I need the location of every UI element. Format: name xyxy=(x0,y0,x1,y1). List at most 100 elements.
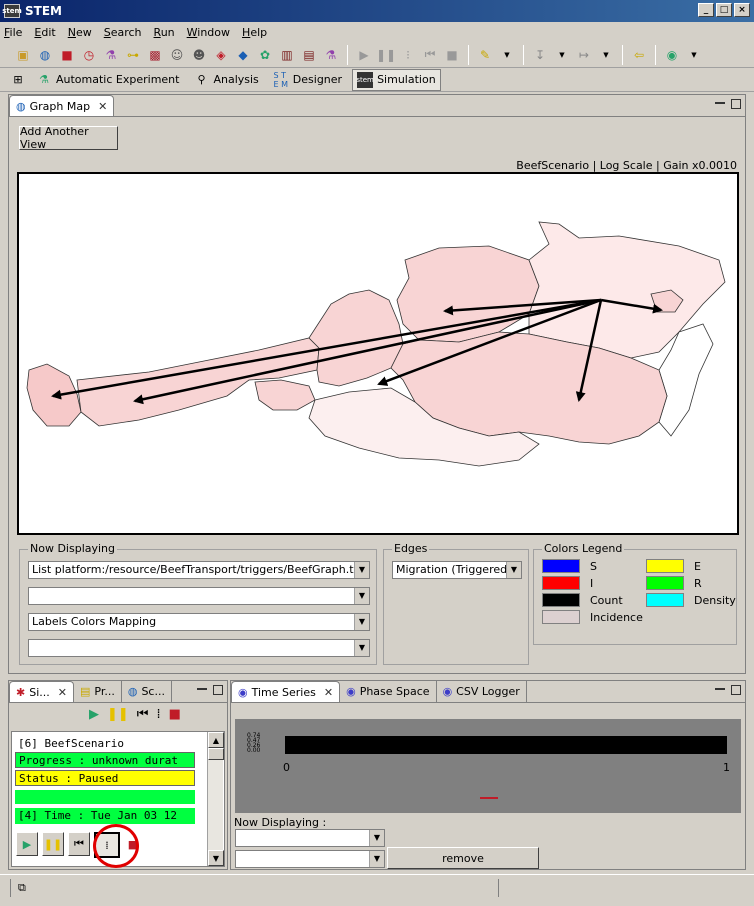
plant-icon[interactable]: ✿ xyxy=(256,46,274,64)
stop-icon[interactable]: ■ xyxy=(443,46,461,64)
orbit-icon: ◉ xyxy=(346,685,356,698)
close-icon[interactable]: ✕ xyxy=(98,100,107,113)
experiment-icon[interactable]: ▩ xyxy=(146,46,164,64)
stem-designer-icon: S TE M xyxy=(273,70,289,89)
menu-search[interactable]: Search xyxy=(104,26,142,39)
trigger-icon[interactable]: ▥ xyxy=(278,46,296,64)
sim-scrollbar[interactable]: ▲ ▼ xyxy=(207,732,224,866)
globe-icon[interactable]: ◍ xyxy=(36,46,54,64)
reset-button[interactable]: ⏮ xyxy=(68,832,90,856)
tab-phase-space[interactable]: ◉ Phase Space xyxy=(340,681,437,702)
close-button[interactable]: × xyxy=(734,3,750,17)
maximize-view-icon[interactable] xyxy=(731,99,741,109)
tab-projects[interactable]: ▤ Pr... xyxy=(74,681,122,702)
pause-icon[interactable]: ❚❚ xyxy=(376,46,396,64)
time-series-chart[interactable]: 0.74 0.47 0.26 0.00 0 1 xyxy=(235,719,741,813)
pause-button[interactable]: ❚❚ xyxy=(42,832,64,856)
time-series-combo-1[interactable]: ▼ xyxy=(235,829,385,847)
chevron-down-icon[interactable]: ▼ xyxy=(597,46,615,64)
play-icon[interactable]: ▶ xyxy=(355,46,373,64)
back-arrow-icon[interactable]: ⇦ xyxy=(630,46,648,64)
minimize-view-icon[interactable] xyxy=(715,102,725,105)
tab-graph-map[interactable]: ◍ Graph Map ✕ xyxy=(9,95,115,116)
play-icon[interactable]: ▶ xyxy=(89,707,99,722)
perspective-automatic-experiment[interactable]: ⚗ Automatic Experiment xyxy=(32,70,183,90)
minimize-view-icon[interactable] xyxy=(715,688,725,691)
perspective-analysis[interactable]: ⚲ Analysis xyxy=(189,70,262,90)
play-button[interactable]: ▶ xyxy=(16,832,38,856)
predicate-icon[interactable]: ◈ xyxy=(212,46,230,64)
simulation-view: ✱ Si... ✕ ▤ Pr... ◍ Sc... ▶ ❚❚ ⏮ ⁞ ■ [6]… xyxy=(8,680,228,870)
stop-icon[interactable]: ■ xyxy=(169,707,181,722)
clock-icon[interactable]: ◷ xyxy=(80,46,98,64)
display-combo-2[interactable]: ▼ xyxy=(28,587,370,605)
tab-csv-logger[interactable]: ◉ CSV Logger xyxy=(437,681,527,702)
maximize-button[interactable]: □ xyxy=(716,3,732,17)
chevron-down-icon[interactable]: ▼ xyxy=(685,46,703,64)
remove-button[interactable]: remove xyxy=(387,847,539,869)
close-icon[interactable]: ✕ xyxy=(324,686,333,699)
display-combo-4[interactable]: ▼ xyxy=(28,639,370,657)
close-icon[interactable]: ✕ xyxy=(58,686,67,699)
chevron-down-icon[interactable]: ▼ xyxy=(369,830,384,846)
fast-view-icon[interactable]: ⧉ xyxy=(18,881,26,895)
perspective-simulation[interactable]: stem Simulation xyxy=(352,68,441,91)
tab-scenarios[interactable]: ◍ Sc... xyxy=(122,681,172,702)
menu-edit[interactable]: Edit xyxy=(34,26,55,39)
menu-new[interactable]: New xyxy=(68,26,92,39)
open-folder-icon[interactable]: ▣ xyxy=(14,46,32,64)
navigate-next-icon[interactable]: ↦ xyxy=(575,46,593,64)
menu-window[interactable]: Window xyxy=(187,26,230,39)
trigger-combo[interactable]: List platform:/resource/BeefTransport/tr… xyxy=(28,561,370,579)
disease-icon[interactable]: ⚗ xyxy=(102,46,120,64)
run-external-icon[interactable]: ◉ xyxy=(663,46,681,64)
main-toolbar: ▣ ◍ ■ ◷ ⚗ ⊶ ▩ ☺ ☻ ◈ ◆ ✿ ▥ ▤ ⚗ ▶ ❚❚ ⁝ ⏮ ■… xyxy=(0,42,754,68)
chevron-down-icon[interactable]: ▼ xyxy=(553,46,571,64)
menu-file[interactable]: File xyxy=(4,26,22,39)
chevron-down-icon[interactable]: ▼ xyxy=(354,588,369,604)
graph-icon[interactable]: ⊶ xyxy=(124,46,142,64)
modifier-icon[interactable]: ◆ xyxy=(234,46,252,64)
scenario-icon[interactable]: ⚗ xyxy=(322,46,340,64)
minimize-view-icon[interactable] xyxy=(197,688,207,691)
minimize-button[interactable]: _ xyxy=(698,3,714,17)
scroll-thumb[interactable] xyxy=(208,748,224,760)
legend-swatch-incidence xyxy=(542,610,580,624)
navigate-icon[interactable]: ↧ xyxy=(531,46,549,64)
reset-icon[interactable]: ⏮ xyxy=(137,707,149,722)
chevron-down-icon[interactable]: ▼ xyxy=(369,851,384,867)
tab-simulations[interactable]: ✱ Si... ✕ xyxy=(9,681,74,702)
trigger-alt-icon[interactable]: ▤ xyxy=(300,46,318,64)
step-icon[interactable]: ⁞ xyxy=(157,707,161,722)
tab-time-series[interactable]: ◉ Time Series ✕ xyxy=(231,681,341,702)
model-icon[interactable]: ■ xyxy=(58,46,76,64)
now-displaying-label: Now Displaying : xyxy=(234,816,327,829)
scroll-up-icon[interactable]: ▲ xyxy=(208,732,224,748)
menu-help[interactable]: Help xyxy=(242,26,267,39)
add-another-view-button[interactable]: Add Another View xyxy=(19,125,118,151)
toolbar-separator xyxy=(523,44,524,65)
pause-icon[interactable]: ❚❚ xyxy=(107,707,129,722)
chevron-down-icon[interactable]: ▼ xyxy=(354,562,369,578)
chevron-down-icon[interactable]: ▼ xyxy=(498,46,516,64)
mapping-combo[interactable]: Labels Colors Mapping ▼ xyxy=(28,613,370,631)
edges-combo[interactable]: Migration (Triggered) ▼ xyxy=(392,561,522,579)
sim-scenario-line[interactable]: [6] BeefScenario xyxy=(15,736,195,752)
maximize-view-icon[interactable] xyxy=(213,685,223,695)
open-perspective-icon[interactable]: ⊞ xyxy=(10,72,26,88)
time-series-combo-2[interactable]: ▼ xyxy=(235,850,385,868)
scroll-down-icon[interactable]: ▼ xyxy=(208,850,224,866)
menu-run[interactable]: Run xyxy=(154,26,175,39)
toolbar-separator xyxy=(655,44,656,65)
pin-icon[interactable]: ✎ xyxy=(476,46,494,64)
reset-icon[interactable]: ⏮ xyxy=(421,46,439,64)
step-icon[interactable]: ⁝ xyxy=(399,46,417,64)
chevron-down-icon[interactable]: ▼ xyxy=(354,640,369,656)
chevron-down-icon[interactable]: ▼ xyxy=(506,562,521,578)
maximize-view-icon[interactable] xyxy=(731,685,741,695)
perspective-designer[interactable]: S TE M Designer xyxy=(269,70,346,90)
map-canvas[interactable] xyxy=(17,172,739,535)
chevron-down-icon[interactable]: ▼ xyxy=(354,614,369,630)
population-icon[interactable]: ☻ xyxy=(190,46,208,64)
person-icon[interactable]: ☺ xyxy=(168,46,186,64)
